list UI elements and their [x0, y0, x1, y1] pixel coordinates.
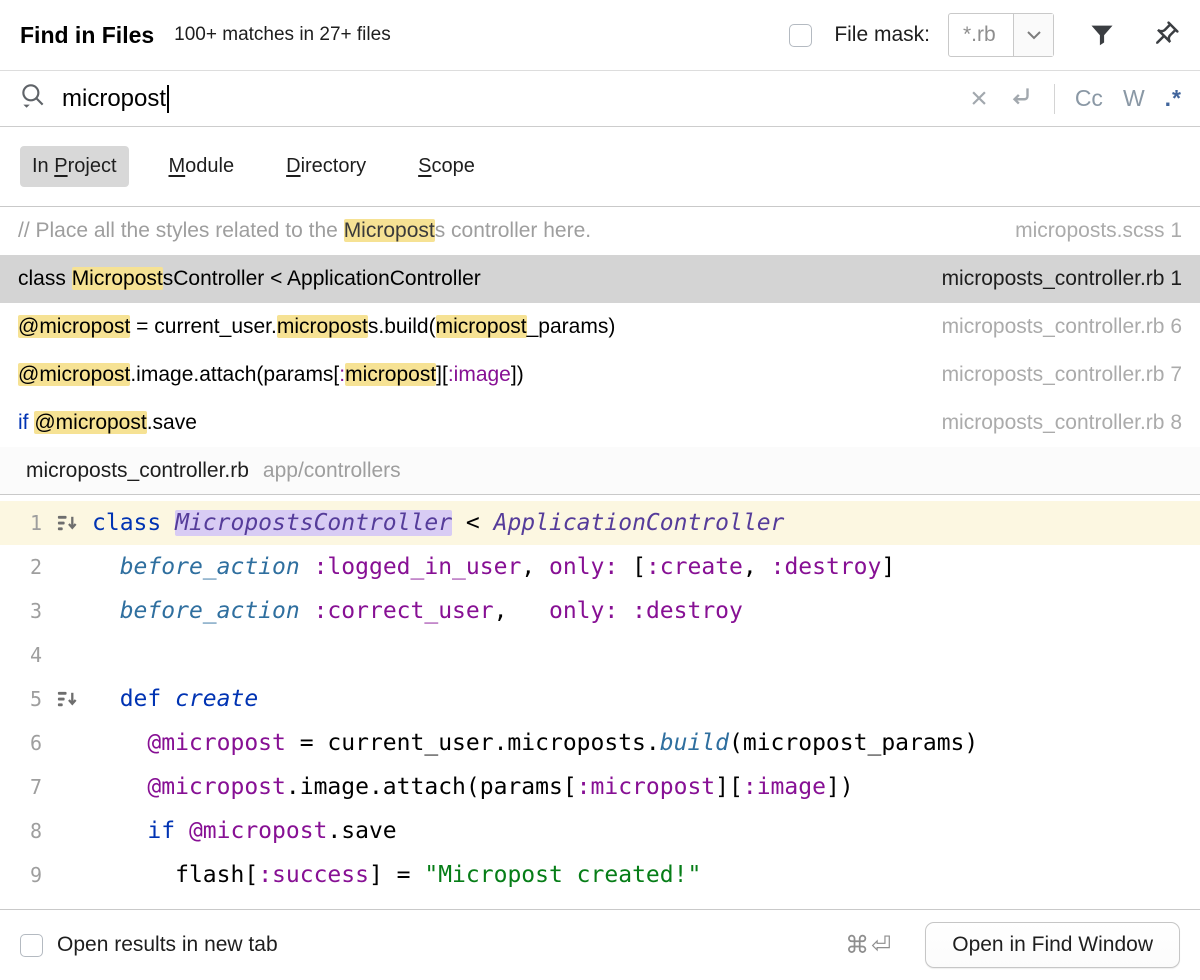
jump-to-source-icon[interactable]: [42, 512, 92, 535]
result-row[interactable]: // Place all the styles related to the M…: [0, 207, 1200, 255]
result-row[interactable]: if @micropost.save microposts_controller.…: [0, 399, 1200, 447]
code-line[interactable]: 2 before_action :logged_in_user, only: […: [0, 545, 1200, 589]
line-number: 3: [0, 599, 42, 623]
preview-file-path: app/controllers: [263, 459, 401, 483]
code-text: class MicropostsController < Application…: [92, 510, 784, 536]
result-file-ref: microposts_controller.rb 8: [918, 411, 1182, 435]
line-number: 2: [0, 555, 42, 579]
code-line[interactable]: 4: [0, 633, 1200, 677]
result-snippet: @micropost.image.attach(params[:micropos…: [18, 363, 524, 387]
code-area[interactable]: 1 class MicropostsController < Applicatio…: [0, 495, 1200, 909]
result-snippet: class MicropostsController < Application…: [18, 267, 481, 291]
search-icon[interactable]: [18, 81, 48, 116]
result-file-ref: microposts_controller.rb 7: [918, 363, 1182, 387]
clear-icon[interactable]: ×: [970, 84, 988, 114]
code-text: @micropost.image.attach(params[:micropos…: [92, 774, 854, 800]
code-text: before_action :logged_in_user, only: [:c…: [92, 554, 895, 580]
result-row[interactable]: @micropost = current_user.microposts.bui…: [0, 303, 1200, 351]
code-line[interactable]: 9 flash[:success] = "Micropost created!": [0, 853, 1200, 897]
code-text: before_action :correct_user, only: :dest…: [92, 598, 743, 624]
open-in-new-tab-label[interactable]: Open results in new tab: [57, 933, 278, 957]
code-line[interactable]: 7 @micropost.image.attach(params[:microp…: [0, 765, 1200, 809]
line-number: 8: [0, 819, 42, 843]
line-number: 7: [0, 775, 42, 799]
search-query: micropost: [62, 85, 166, 113]
open-in-find-window-button[interactable]: Open in Find Window: [925, 922, 1180, 968]
file-mask-combo[interactable]: *.rb: [948, 13, 1054, 57]
file-mask-value: *.rb: [949, 14, 1013, 56]
line-number: 5: [0, 687, 42, 711]
search-input[interactable]: micropost: [62, 85, 169, 113]
text-caret: [167, 85, 169, 113]
code-text: flash[:success] = "Micropost created!": [92, 862, 701, 888]
line-number: 9: [0, 863, 42, 887]
pin-icon[interactable]: [1150, 20, 1180, 50]
line-number: 4: [0, 643, 42, 667]
regex-toggle[interactable]: .*: [1165, 85, 1182, 112]
separator: [1054, 84, 1055, 114]
scope-tab-directory[interactable]: Directory: [274, 146, 378, 187]
file-mask-checkbox[interactable]: [789, 24, 812, 47]
header: Find in Files 100+ matches in 27+ files …: [0, 0, 1200, 70]
scope-tab-module[interactable]: Module: [157, 146, 247, 187]
chevron-down-icon[interactable]: [1013, 14, 1053, 56]
code-text: if @micropost.save: [92, 818, 397, 844]
scope-tab-in-project[interactable]: In Project: [20, 146, 129, 187]
code-text: @micropost = current_user.microposts.bui…: [92, 730, 978, 756]
jump-to-source-icon[interactable]: [42, 688, 92, 711]
open-in-new-tab-checkbox[interactable]: [20, 934, 43, 957]
result-snippet: if @micropost.save: [18, 411, 197, 435]
result-file-ref: microposts_controller.rb 6: [918, 315, 1182, 339]
footer: Open results in new tab ⌘⏎ Open in Find …: [0, 909, 1200, 980]
result-row[interactable]: class MicropostsController < Application…: [0, 255, 1200, 303]
shortcut-hint: ⌘⏎: [845, 931, 893, 960]
result-row[interactable]: @micropost.image.attach(params[:micropos…: [0, 351, 1200, 399]
search-controls: × Cc W .*: [970, 83, 1182, 114]
code-text: def create: [92, 686, 258, 712]
result-file-ref: microposts_controller.rb 1: [918, 267, 1182, 291]
results-list: // Place all the styles related to the M…: [0, 207, 1200, 447]
code-line[interactable]: 5 def create: [0, 677, 1200, 721]
result-file-ref: microposts.scss 1: [991, 219, 1182, 243]
search-row: micropost × Cc W .*: [0, 70, 1200, 127]
result-snippet: @micropost = current_user.microposts.bui…: [18, 315, 615, 339]
dialog-title: Find in Files: [20, 22, 154, 49]
whole-words-toggle[interactable]: W: [1123, 85, 1145, 112]
preview-file-header: microposts_controller.rb app/controllers: [0, 447, 1200, 495]
code-line[interactable]: 8 if @micropost.save: [0, 809, 1200, 853]
scope-tab-scope[interactable]: Scope: [406, 146, 487, 187]
preview-file-name: microposts_controller.rb: [26, 459, 249, 483]
code-line[interactable]: 6 @micropost = current_user.microposts.b…: [0, 721, 1200, 765]
result-snippet: // Place all the styles related to the M…: [18, 219, 591, 243]
match-summary: 100+ matches in 27+ files: [174, 24, 391, 46]
file-mask-label: File mask:: [834, 23, 930, 47]
line-number: 6: [0, 731, 42, 755]
line-number: 1: [0, 511, 42, 535]
scope-tabs: In Project Module Directory Scope: [0, 127, 1200, 207]
code-line[interactable]: 3 before_action :correct_user, only: :de…: [0, 589, 1200, 633]
match-case-toggle[interactable]: Cc: [1075, 85, 1103, 112]
code-line[interactable]: 1 class MicropostsController < Applicatio…: [0, 501, 1200, 545]
newline-icon[interactable]: [1008, 83, 1034, 114]
filter-icon[interactable]: [1088, 21, 1116, 49]
